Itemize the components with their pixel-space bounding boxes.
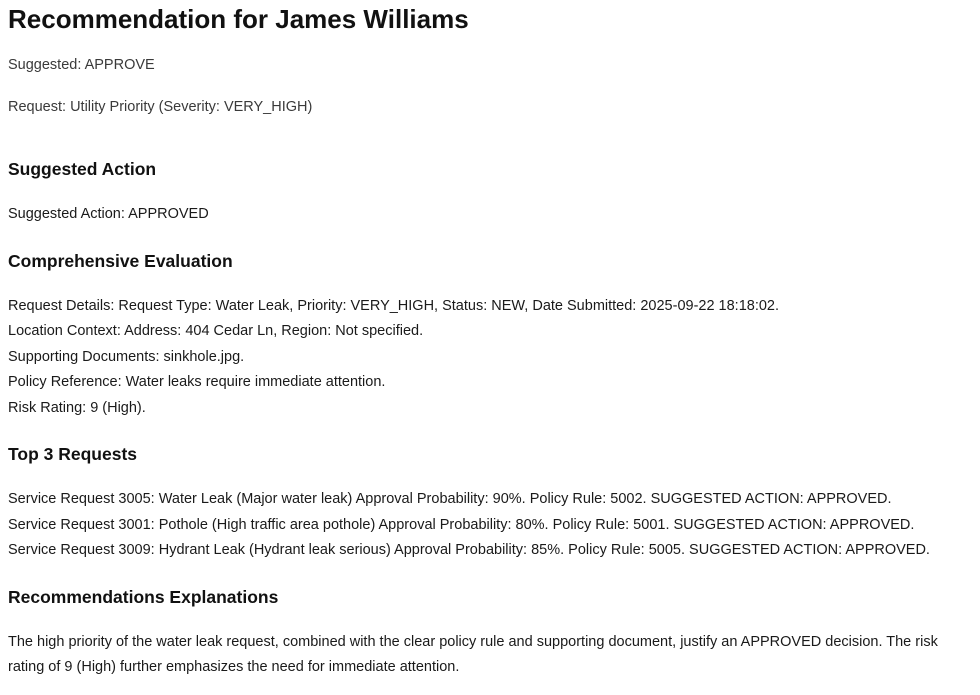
- top-request-item: Service Request 3005: Water Leak (Major …: [8, 491, 892, 507]
- recommendation-page: Recommendation for James Williams Sugges…: [0, 0, 980, 681]
- evaluation-request-details: Request Details: Request Type: Water Lea…: [8, 297, 780, 314]
- request-summary: Request: Utility Priority (Severity: VER…: [8, 99, 313, 115]
- top-request-item: Service Request 3001: Pothole (High traf…: [8, 516, 915, 533]
- explanations-text: The high priority of the water leak requ…: [8, 633, 938, 676]
- top-requests-section: Service Request 3005: Water Leak (Major …: [8, 487, 972, 564]
- suggested-action-section: Suggested Action: APPROVED: [8, 202, 972, 228]
- evaluation-location-context: Location Context: Address: 404 Cedar Ln,…: [8, 323, 424, 339]
- evaluation-section: Request Details: Request Type: Water Lea…: [8, 294, 972, 422]
- top-requests-heading: Top 3 Requests: [8, 444, 138, 464]
- evaluation-risk-rating: Risk Rating: 9 (High).: [8, 399, 146, 416]
- suggested-summary: Suggested: APPROVE: [8, 57, 155, 73]
- page-title: Recommendation for James Williams: [8, 4, 469, 34]
- evaluation-heading: Comprehensive Evaluation: [8, 250, 233, 271]
- evaluation-supporting-documents: Supporting Documents: sinkhole.jpg.: [8, 348, 245, 365]
- evaluation-policy-reference: Policy Reference: Water leaks require im…: [8, 374, 386, 390]
- suggested-action-text: Suggested Action: APPROVED: [8, 206, 209, 222]
- top-request-item: Service Request 3009: Hydrant Leak (Hydr…: [8, 542, 930, 558]
- suggested-action-heading: Suggested Action: [8, 159, 157, 179]
- explanations-heading: Recommendations Explanations: [8, 586, 279, 607]
